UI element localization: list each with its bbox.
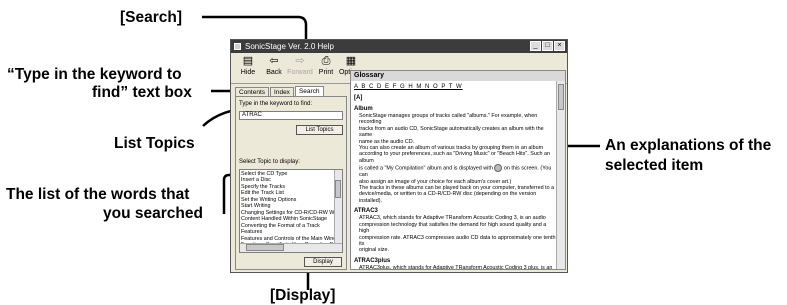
- topic-list-item[interactable]: Content Handled Within SonicStage: [240, 216, 336, 222]
- alphabet-index-links[interactable]: A B C D E F G H M N O P T W: [354, 83, 557, 91]
- print-icon: ⎙: [321, 55, 331, 67]
- keyword-input[interactable]: ATRAC: [239, 111, 343, 120]
- callout-words-line2: you searched: [103, 205, 203, 222]
- callout-keyword-line1: “Type in the keyword to: [7, 66, 182, 83]
- topic-list[interactable]: Select the CD Type Insert a Disc Specify t…: [239, 169, 343, 253]
- section-a-heading: [A]: [354, 95, 363, 101]
- glossary-description-line: ATRAC3, which stands for Adaptive TRansf…: [359, 215, 546, 222]
- hide-button[interactable]: ▤ Hide: [235, 55, 261, 77]
- content-scroll-thumb[interactable]: [558, 84, 564, 110]
- glossary-description-line: original size.: [359, 247, 389, 254]
- navigation-pane: Contents Index Search Type in the keywor…: [235, 86, 347, 270]
- close-button[interactable]: ×: [554, 41, 565, 51]
- my-compilation-icon: [494, 164, 503, 173]
- print-button[interactable]: ⎙ Print: [313, 55, 339, 77]
- minimize-button[interactable]: _: [530, 41, 541, 51]
- callout-display: [Display]: [270, 287, 336, 304]
- forward-icon: ⇨: [295, 55, 305, 67]
- title-bar[interactable]: SonicStage Ver. 2.0 Help _ □ ×: [231, 40, 567, 53]
- print-label: Print: [318, 69, 334, 76]
- search-tab-body: Type in the keyword to find: ATRAC List …: [235, 96, 347, 270]
- window-title: SonicStage Ver. 2.0 Help: [245, 42, 334, 51]
- select-topic-label: Select Topic to display:: [239, 159, 300, 165]
- glossary-description-line: device/media, or written to a CD-R/CD-RW…: [359, 191, 537, 204]
- hscroll-thumb[interactable]: [246, 244, 284, 251]
- glossary-description-line: according to your preferences, such as "…: [359, 151, 551, 164]
- app-icon: [234, 43, 241, 50]
- glossary-description-line: ATRAC3plus, which stands for Adaptive TR…: [359, 264, 553, 270]
- callout-words-line1: The list of the words that: [6, 186, 190, 203]
- back-button[interactable]: ⇦ Back: [261, 55, 287, 77]
- forward-label: Forward: [287, 69, 313, 76]
- vscroll-thumb[interactable]: [335, 180, 341, 198]
- topic-list-hscrollbar[interactable]: [240, 243, 342, 252]
- topic-rows: Select the CD Type Insert a Disc Specify t…: [240, 171, 336, 252]
- glossary-content: A B C D E F G H M N O P T W [A] Album Son…: [354, 83, 557, 270]
- help-window: SonicStage Ver. 2.0 Help _ □ × ▤ Hide ⇦ …: [230, 39, 568, 273]
- back-label: Back: [266, 69, 282, 76]
- glossary-term: Album: [354, 106, 373, 112]
- callout-list-topics: List Topics: [114, 135, 195, 152]
- glossary-term: ATRAC3plus: [354, 257, 391, 264]
- glossary-description-line: compression rate. ATRAC3 compresses audi…: [359, 234, 556, 247]
- glossary-description-line: SonicStage manages groups of tracks call…: [359, 113, 538, 126]
- topic-list-vscrollbar[interactable]: [334, 170, 342, 244]
- glossary-heading: Glossary: [351, 71, 565, 81]
- content-vscrollbar[interactable]: [556, 81, 565, 269]
- topic-content-pane: Glossary A B C D E F G H M N O P T W [A]…: [350, 70, 566, 270]
- list-topics-button[interactable]: List Topics: [296, 125, 343, 135]
- callout-search: [Search]: [120, 9, 183, 26]
- glossary-entries: Album SonicStage manages groups of tracks…: [354, 105, 557, 270]
- glossary-description-line: tracks from an audio CD, SonicStage auto…: [359, 125, 544, 139]
- glossary-term: ATRAC3: [354, 208, 378, 215]
- callout-keyword-line2: find” text box: [92, 84, 192, 101]
- hide-icon: ▤: [242, 55, 254, 67]
- glossary-description-line: compression technology that satisfies th…: [359, 221, 547, 235]
- callout-explanation-line1: An explanations of the: [605, 137, 772, 154]
- options-icon: ▦: [345, 55, 357, 67]
- forward-button[interactable]: ⇨ Forward: [287, 55, 313, 77]
- maximize-button[interactable]: □: [542, 41, 553, 51]
- keyword-label: Type in the keyword to find:: [239, 101, 313, 107]
- glossary-description-line: is called a "My Compilation" album and i…: [359, 164, 552, 179]
- hide-label: Hide: [240, 69, 256, 76]
- back-icon: ⇦: [269, 55, 279, 67]
- callout-explanation-line2: selected item: [605, 157, 704, 174]
- display-button[interactable]: Display: [304, 257, 342, 267]
